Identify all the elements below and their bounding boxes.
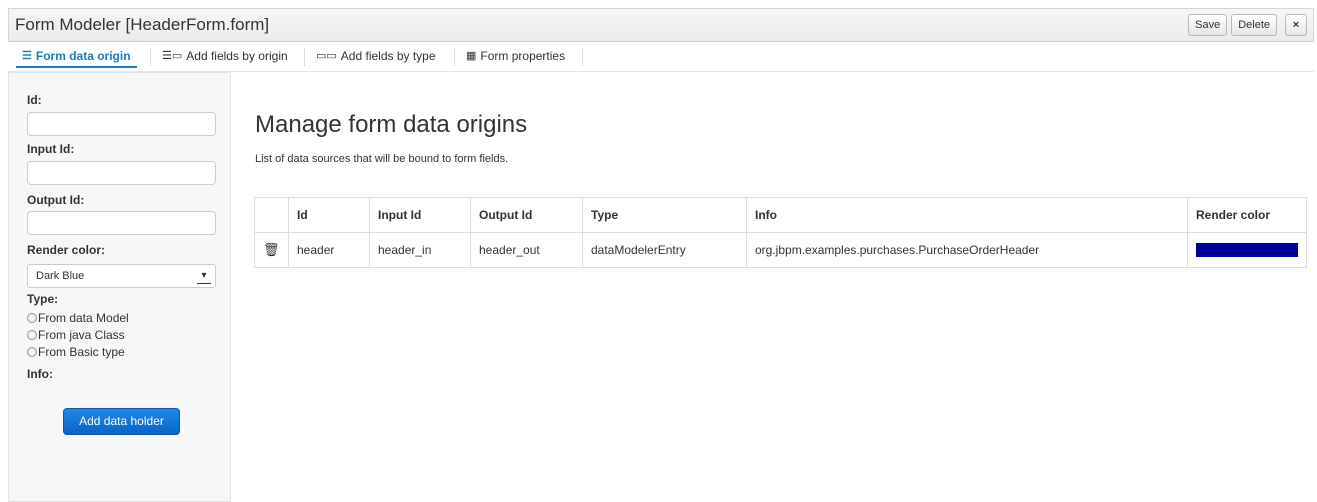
window-header: Form Modeler [HeaderForm.form] Save Dele… (8, 8, 1314, 42)
cell-input-id: header_in (369, 232, 471, 268)
type-option-label: From Basic type (38, 345, 125, 359)
cell-type: dataModelerEntry (582, 232, 747, 268)
tab-divider (582, 48, 583, 66)
row-actions-cell: 🗑 (254, 232, 289, 268)
close-button[interactable]: × (1285, 14, 1307, 36)
trash-icon[interactable]: 🗑 (263, 242, 280, 257)
data-origins-table: Id Input Id Output Id Type Info Render c… (254, 197, 1307, 268)
output-id-input[interactable] (27, 211, 216, 235)
tab-divider (304, 48, 305, 66)
cell-render-color (1187, 232, 1307, 268)
tab-form-properties[interactable]: ▦ Form properties (460, 46, 571, 66)
page-title: Manage form data origins (255, 111, 528, 138)
fields-type-icon: ▭▭ (316, 50, 337, 62)
render-color-select[interactable]: Dark Blue ▾ (27, 264, 216, 288)
radio-button[interactable] (27, 330, 37, 340)
column-header-output-id: Output Id (470, 197, 583, 233)
save-button[interactable]: Save (1188, 14, 1228, 36)
tab-label: Form properties (480, 49, 566, 63)
type-option-data-model[interactable]: From data Model (27, 311, 129, 325)
tab-label: Add fields by type (340, 49, 436, 63)
fields-origin-icon: ☰▭ (162, 50, 183, 62)
tab-divider (150, 48, 151, 66)
tab-label: Add fields by origin (186, 49, 288, 63)
cell-id: header (288, 232, 370, 268)
tab-add-fields-by-type[interactable]: ▭▭ Add fields by type (310, 46, 442, 66)
tab-bar: ☰ Form data origin ☰▭ Add fields by orig… (8, 42, 1314, 72)
column-header-id: Id (288, 197, 370, 233)
tab-add-fields-by-origin[interactable]: ☰▭ Add fields by origin (156, 46, 294, 66)
column-header-type: Type (582, 197, 747, 233)
column-header-render-color: Render color (1187, 197, 1307, 233)
tab-form-data-origin[interactable]: ☰ Form data origin (16, 46, 137, 68)
actions-column-header (254, 197, 289, 233)
id-input[interactable] (27, 112, 216, 136)
page-description: List of data sources that will be bound … (255, 153, 509, 165)
add-data-holder-button[interactable]: Add data holder (63, 408, 180, 435)
type-label: Type: (27, 292, 59, 306)
input-id-label: Input Id: (27, 142, 75, 156)
column-header-info: Info (746, 197, 1188, 233)
data-holder-sidebar: Id: Input Id: Output Id: Render color: D… (8, 72, 231, 502)
header-buttons: Save Delete × (1188, 14, 1307, 36)
render-color-label: Render color: (27, 243, 106, 257)
output-id-label: Output Id: (27, 193, 85, 207)
radio-button[interactable] (27, 313, 37, 323)
tab-divider (454, 48, 455, 66)
cell-info: org.jbpm.examples.purchases.PurchaseOrde… (746, 232, 1188, 268)
id-label: Id: (27, 93, 42, 107)
properties-icon: ▦ (466, 50, 477, 62)
type-option-label: From java Class (38, 328, 125, 342)
cell-output-id: header_out (470, 232, 583, 268)
delete-button[interactable]: Delete (1231, 14, 1277, 36)
info-label: Info: (27, 367, 53, 381)
list-icon: ☰ (22, 50, 32, 62)
tab-label: Form data origin (35, 49, 131, 63)
type-option-basic-type[interactable]: From Basic type (27, 345, 125, 359)
render-color-swatch (1196, 243, 1298, 257)
window-title: Form Modeler [HeaderForm.form] (15, 15, 270, 34)
table-header-row: Id Input Id Output Id Type Info Render c… (254, 197, 1307, 233)
column-header-input-id: Input Id (369, 197, 471, 233)
input-id-input[interactable] (27, 161, 216, 185)
table-row[interactable]: 🗑 header header_in header_out dataModele… (254, 232, 1307, 268)
type-option-label: From data Model (38, 311, 129, 325)
radio-button[interactable] (27, 347, 37, 357)
chevron-down-icon: ▾ (197, 268, 211, 284)
type-option-java-class[interactable]: From java Class (27, 328, 125, 342)
render-color-value: Dark Blue (36, 270, 85, 282)
